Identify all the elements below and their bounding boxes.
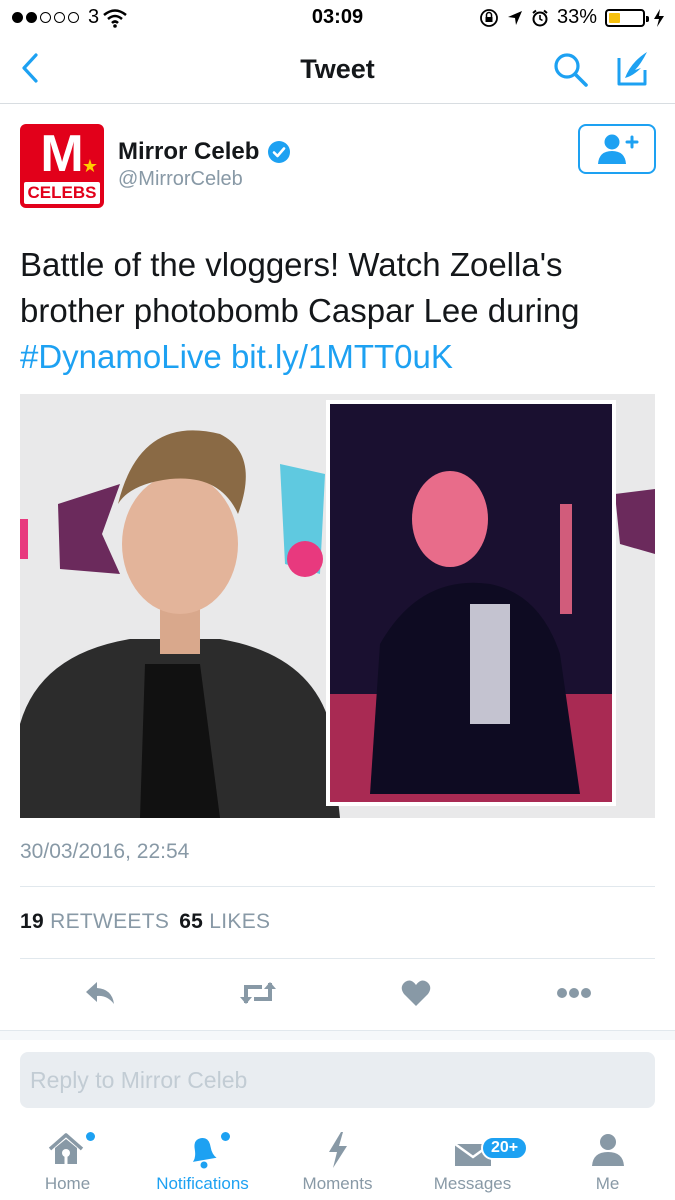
backdrop-shape bbox=[615, 489, 655, 554]
inset-light-stick bbox=[560, 504, 572, 614]
tab-home[interactable]: Home bbox=[0, 1120, 135, 1200]
reply-icon bbox=[86, 982, 114, 1004]
reply-button[interactable] bbox=[80, 976, 120, 1010]
tab-messages-label: Messages bbox=[433, 1174, 512, 1193]
divider bbox=[20, 886, 655, 887]
inset-figure-shirt bbox=[470, 604, 510, 724]
author-avatar[interactable]: M ★ CELEBS bbox=[20, 124, 104, 208]
more-options-button[interactable] bbox=[554, 976, 594, 1010]
avatar-logo-band: CELEBS bbox=[24, 182, 100, 204]
engagement-stats: 19 RETWEETS 65 LIKES bbox=[20, 910, 270, 934]
status-bar: 3 03:09 33% bbox=[0, 0, 675, 36]
retweet-button[interactable] bbox=[238, 976, 278, 1010]
tab-messages[interactable]: 20+ Messages bbox=[405, 1120, 540, 1200]
tab-notifications[interactable]: Notifications bbox=[135, 1120, 270, 1200]
tab-moments[interactable]: Moments bbox=[270, 1120, 405, 1200]
notifications-new-dot bbox=[221, 1132, 230, 1141]
like-button[interactable] bbox=[396, 976, 436, 1010]
home-new-dot bbox=[86, 1132, 95, 1141]
reply-input[interactable]: Reply to Mirror Celeb bbox=[20, 1052, 655, 1108]
tab-bar: Home Notifications Moments 20+ Messages bbox=[0, 1120, 675, 1200]
messages-badge: 20+ bbox=[481, 1136, 529, 1160]
retweets-label[interactable]: RETWEETS bbox=[50, 910, 169, 933]
bell-icon bbox=[192, 1138, 217, 1169]
retweets-count[interactable]: 19 bbox=[20, 910, 44, 933]
tweet-media-image[interactable] bbox=[20, 394, 655, 818]
likes-count[interactable]: 65 bbox=[179, 910, 203, 933]
heart-icon bbox=[401, 980, 431, 1006]
orientation-lock-icon bbox=[480, 8, 498, 27]
author-name[interactable]: Mirror Celeb bbox=[118, 138, 291, 166]
inset-figure-face bbox=[412, 471, 488, 567]
retweet-icon bbox=[240, 982, 276, 1004]
battery-percent: 33% bbox=[556, 6, 597, 28]
media-photo bbox=[20, 394, 655, 818]
tab-home-label: Home bbox=[44, 1174, 91, 1193]
hashtag-link[interactable]: #DynamoLive bbox=[20, 338, 222, 375]
location-icon bbox=[507, 10, 522, 25]
star-icon: ★ bbox=[81, 156, 98, 176]
compose-tweet-icon[interactable] bbox=[611, 48, 653, 90]
lightning-icon bbox=[328, 1132, 347, 1168]
tab-notifications-label: Notifications bbox=[156, 1174, 249, 1193]
battery-fill bbox=[609, 12, 620, 23]
home-icon bbox=[48, 1133, 83, 1164]
add-user-icon bbox=[598, 134, 639, 164]
url-link[interactable]: bit.ly/1MTT0uK bbox=[231, 338, 453, 375]
person-face bbox=[122, 474, 238, 614]
divider bbox=[20, 958, 655, 959]
backdrop-shape bbox=[20, 519, 28, 559]
more-dots-icon bbox=[557, 988, 591, 998]
search-icon[interactable] bbox=[551, 50, 591, 90]
tab-moments-label: Moments bbox=[302, 1174, 373, 1193]
tweet-body: Battle of the vloggers! Watch Zoella's b… bbox=[20, 246, 580, 329]
alarm-icon bbox=[532, 9, 548, 26]
tweet-actions bbox=[0, 970, 675, 1016]
navigation-bar: Tweet bbox=[0, 36, 675, 104]
battery-icon bbox=[605, 8, 649, 27]
author-handle[interactable]: @MirrorCeleb bbox=[118, 168, 243, 191]
likes-label[interactable]: LIKES bbox=[209, 910, 270, 933]
tab-me[interactable]: Me bbox=[540, 1120, 675, 1200]
tweet-timestamp: 30/03/2016, 22:54 bbox=[20, 840, 190, 863]
backdrop-badge bbox=[287, 541, 323, 577]
section-divider bbox=[0, 1030, 675, 1040]
person-icon bbox=[591, 1134, 624, 1166]
author-display-name[interactable]: Mirror Celeb bbox=[118, 138, 259, 166]
tab-me-label: Me bbox=[595, 1174, 620, 1193]
verified-badge-icon bbox=[268, 141, 291, 163]
follow-button[interactable] bbox=[578, 124, 656, 174]
charging-bolt-icon bbox=[654, 8, 664, 27]
tweet-text: Battle of the vloggers! Watch Zoella's b… bbox=[20, 242, 660, 380]
